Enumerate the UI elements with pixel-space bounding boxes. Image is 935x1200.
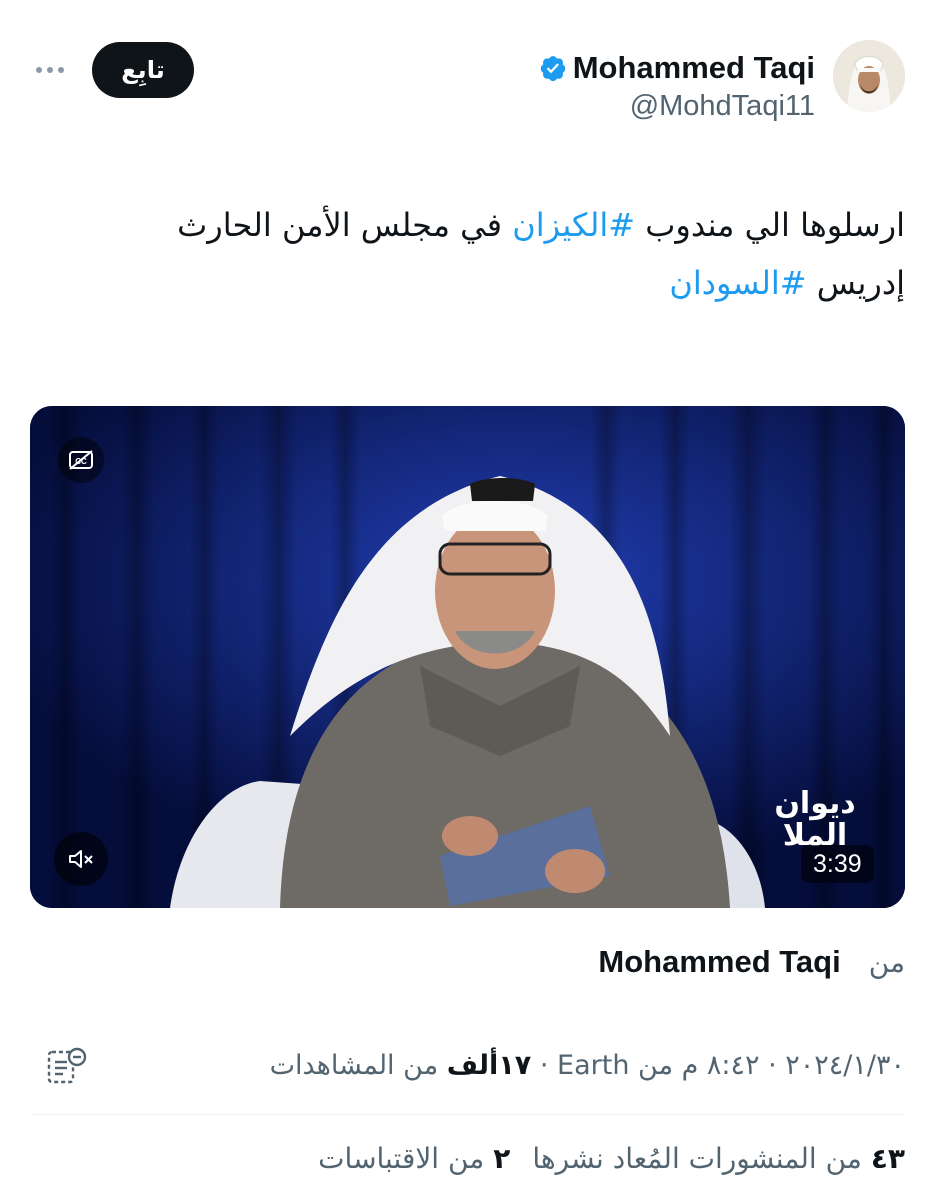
tweet-meta: ٢٠٢٤/١/٣٠ · ٨:٤٢ م من Earth · ١٧ألف من ا…: [270, 1050, 905, 1081]
tweet-text-segment: ارسلوها الي مندوب: [635, 206, 905, 244]
show-logo-line: ديوان: [774, 786, 856, 821]
follow-button[interactable]: تابِع: [92, 42, 194, 98]
analytics-icon[interactable]: [44, 1046, 88, 1090]
engagement-stats: ٤٣ من المنشورات المُعاد نشرها ٢ من الاقت…: [318, 1142, 905, 1175]
verified-badge-icon: [540, 56, 565, 82]
show-logo: ديوان الملا: [770, 788, 860, 852]
avatar[interactable]: [833, 40, 905, 112]
quotes-label: من الاقتباسات: [318, 1142, 485, 1175]
author-display-name[interactable]: Mohammed Taqi: [573, 50, 815, 86]
hashtag-link[interactable]: #الكيزان: [512, 206, 635, 244]
quotes-stat[interactable]: ٢ من الاقتباسات: [318, 1142, 510, 1175]
author-info[interactable]: Mohammed Taqi @MohdTaqi11: [539, 50, 815, 123]
more-dot: [36, 67, 42, 73]
captions-off-icon[interactable]: CC: [58, 437, 104, 483]
author-handle[interactable]: @MohdTaqi11: [539, 90, 815, 123]
more-dot: [58, 67, 64, 73]
tweet-text: ارسلوها الي مندوب #الكيزان في مجلس الأمن…: [115, 196, 905, 312]
source-label: من: [868, 946, 905, 979]
reposts-stat[interactable]: ٤٣ من المنشورات المُعاد نشرها: [532, 1142, 905, 1175]
meta-separator: ·: [531, 1050, 558, 1081]
source-name-link[interactable]: Mohammed Taqi: [598, 944, 840, 980]
reposts-count: ٤٣: [870, 1142, 905, 1175]
svg-text:CC: CC: [75, 457, 87, 466]
muted-speaker-icon[interactable]: [54, 832, 108, 886]
views-label: من المشاهدات: [269, 1050, 447, 1081]
video-duration: 3:39: [801, 845, 874, 883]
tweet-date[interactable]: ٢٠٢٤/١/٣٠: [785, 1050, 905, 1081]
tweet-time: ٨:٤٢ م من Earth: [557, 1050, 760, 1081]
reposts-label: من المنشورات المُعاد نشرها: [532, 1142, 862, 1175]
meta-separator: ·: [759, 1050, 786, 1081]
quotes-count: ٢: [493, 1142, 511, 1175]
more-dot: [47, 67, 53, 73]
tweet-header: تابِع Mohammed Taqi @MohdTaqi11: [30, 38, 905, 138]
more-options-button[interactable]: [30, 56, 70, 84]
source-row: من Mohammed Taqi: [598, 944, 905, 980]
hashtag-link[interactable]: #السودان: [669, 264, 806, 302]
views-count: ١٧ألف: [446, 1050, 532, 1081]
avatar-image: [833, 40, 905, 112]
divider: [30, 1114, 905, 1115]
